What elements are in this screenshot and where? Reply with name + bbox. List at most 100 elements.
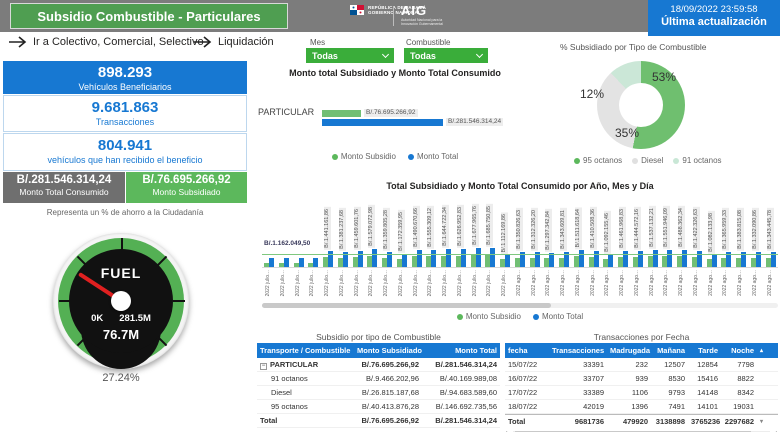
daily-x-axis-label: 2022 julio…	[398, 270, 405, 296]
daily-bar-pair[interactable]: 2022 julio…	[306, 194, 321, 300]
col-transacciones[interactable]: Transacciones	[549, 346, 607, 355]
scroll-up-icon[interactable]: ▴	[757, 347, 765, 354]
fuel-table-header[interactable]: Transporte / Combustible Monto Subsidiad…	[257, 343, 500, 358]
daily-bar-pair[interactable]: B/.1.092.155,462022 ago…	[601, 194, 616, 300]
daily-bar-pair[interactable]: B/.1.350.826,632022 ago…	[513, 194, 528, 300]
fuel-table-row[interactable]: Diesel B/.26.815.187,68B/.94.683.589,60	[257, 386, 500, 400]
daily-bar-pair[interactable]: B/.1.343.609,812022 ago…	[557, 194, 572, 300]
kpi-monto-subsidiado-value: B/.76.695.266,92	[126, 172, 247, 186]
blue-dot-icon	[533, 314, 539, 320]
scroll-down-icon[interactable]: ▾	[757, 418, 765, 425]
daily-x-axis-label: 2022 julio…	[309, 270, 316, 296]
daily-bar-pair[interactable]: B/.1.441.161,862022 julio…	[321, 194, 336, 300]
daily-bar-pair[interactable]: B/.1.082.133,982022 ago…	[705, 194, 720, 300]
daily-bar-pair[interactable]: B/.1.312.326,202022 ago…	[528, 194, 543, 300]
fuel-table-rows: −PARTICULAR B/.76.695.266,92B/.281.546.3…	[257, 358, 500, 428]
daily-bar-value-label: B/.1.359.805,28	[383, 208, 390, 251]
daily-bar-pair[interactable]: B/.1.537.132,212022 ago…	[646, 194, 661, 300]
daily-bar-pair[interactable]: B/.1.444.572,162022 ago…	[631, 194, 646, 300]
daily-bar-value-label: B/.1.332.090,86	[752, 208, 759, 251]
subsidio-bar[interactable]	[322, 110, 361, 117]
daily-bar-pair[interactable]: B/.1.172.359,952022 julio…	[395, 194, 410, 300]
col-tarde[interactable]: Tarde	[688, 346, 721, 355]
scroll-right-icon[interactable]: ›	[775, 428, 778, 432]
daily-bar-pair[interactable]: B/.1.626.952,832022 julio…	[454, 194, 469, 300]
transactions-table-row[interactable]: 18/07/2242019139674911410119031	[505, 400, 778, 414]
col-fecha[interactable]: fecha	[505, 346, 549, 355]
collapse-icon[interactable]: −	[260, 363, 267, 370]
gray-dot-icon	[632, 158, 638, 164]
daily-bar-pair[interactable]: B/.1.685.750,852022 julio…	[483, 194, 498, 300]
daily-bar-pair[interactable]: B/.1.343.445,782022 ago…	[764, 194, 779, 300]
col-manana[interactable]: Mañana	[651, 346, 688, 355]
transactions-table-row[interactable]: 15/07/223339123212507128547798	[505, 358, 778, 372]
daily-x-axis-label: 2022 julio…	[383, 270, 390, 296]
transactions-table-row[interactable]: 17/07/223338911069793141488342	[505, 386, 778, 400]
total-bar[interactable]	[322, 119, 443, 126]
kpi-card-vehiculos: 898.293 Vehículos Beneficiarios	[3, 61, 247, 94]
green-dot-icon	[574, 158, 580, 164]
kpi-monto-subsidiado-label: Monto Subsidiado	[126, 187, 247, 197]
daily-chart-scrollbar[interactable]	[262, 303, 778, 308]
daily-bar-value-label: B/.1.579.072,98	[368, 205, 375, 248]
daily-bar-pair[interactable]: B/.1.551.946,092022 ago…	[660, 194, 675, 300]
aig-logo-text: AIG	[401, 3, 459, 18]
daily-x-axis-label: 2022 ago…	[560, 270, 567, 296]
col-transporte[interactable]: Transporte / Combustible	[257, 346, 354, 355]
daily-bar-pair[interactable]: B/.1.381.237,682022 julio…	[336, 194, 351, 300]
daily-bar-pair[interactable]: B/.1.488.362,342022 ago…	[675, 194, 690, 300]
daily-bar-value-label: B/.1.488.362,34	[678, 206, 685, 249]
fuel-table-row[interactable]: −PARTICULAR B/.76.695.266,92B/.281.546.3…	[257, 358, 500, 372]
daily-x-axis-label: 2022 ago…	[634, 270, 641, 296]
combustible-dropdown[interactable]: Todas	[404, 48, 488, 63]
daily-bar-pair[interactable]: 2022 julio…	[262, 194, 277, 300]
daily-bar-pair[interactable]: B/.1.383.815,082022 ago…	[734, 194, 749, 300]
daily-bar-pair[interactable]: B/.1.297.342,842022 ago…	[542, 194, 557, 300]
nav-link-liquidacion-label: Liquidación	[218, 36, 274, 48]
nav-link-colectivo[interactable]: Ir a Colectivo, Comercial, Selectivo	[8, 36, 204, 48]
kpi-monto-total-value: B/.281.546.314,24	[3, 172, 125, 186]
daily-bar-pair[interactable]: B/.1.677.965,762022 julio…	[469, 194, 484, 300]
col-monto-total[interactable]: Monto Total	[422, 346, 500, 355]
daily-bar-pair[interactable]: B/.1.359.805,28 2022 julio…	[380, 194, 395, 300]
daily-x-axis-label: 2022 ago…	[516, 270, 523, 296]
scrollbar-thumb[interactable]	[262, 303, 551, 308]
daily-bar-pair[interactable]: B/.1.461.968,832022 ago…	[616, 194, 631, 300]
kpi-transacciones-label: Transacciones	[4, 117, 246, 127]
fuel-table-row[interactable]: 91 octanos B/.9.466.202,96B/.40.169.989,…	[257, 372, 500, 386]
average-line	[262, 254, 778, 255]
daily-bar-pair[interactable]: B/.1.511.618,642022 ago…	[572, 194, 587, 300]
mes-dropdown[interactable]: Todas	[306, 48, 394, 63]
daily-bar-pair[interactable]: B/.1.459.601,762022 julio…	[351, 194, 366, 300]
daily-bar-value-label: B/.1.297.342,84	[545, 209, 552, 252]
daily-bar-pair[interactable]: B/.1.579.072,982022 julio…	[365, 194, 380, 300]
daily-bar-pair[interactable]: B/.1.365.959,332022 ago…	[719, 194, 734, 300]
daily-x-axis-label: 2022 ago…	[752, 270, 759, 296]
fuel-gauge: FUEL 0K 281.5M 76.7M	[53, 233, 189, 369]
daily-bar-value-label: B/.1.685.750,85	[486, 204, 493, 247]
nav-link-liquidacion[interactable]: Liquidación	[193, 36, 274, 48]
daily-bars-area: 2022 julio…2022 julio…2022 julio…2022 ju…	[262, 194, 778, 300]
daily-bar-pair[interactable]: B/.1.332.090,86 2022 ago…	[749, 194, 764, 300]
daily-bar-pair[interactable]: 2022 julio…	[292, 194, 307, 300]
fuel-table-row[interactable]: Total B/.76.695.266,92B/.281.546.314,24	[257, 414, 500, 428]
daily-bar-pair[interactable]: B/.1.490.670,662022 julio…	[410, 194, 425, 300]
daily-x-axis-label: 2022 julio…	[472, 270, 479, 296]
col-monto-subsidiado[interactable]: Monto Subsidiado▲	[354, 346, 422, 355]
daily-bar-pair[interactable]: 2022 julio…	[277, 194, 292, 300]
transactions-total-row[interactable]: Total9681736479920313889837652362297682▾	[505, 414, 778, 428]
chevron-down-icon	[382, 50, 389, 57]
daily-bar-pair[interactable]: B/.1.644.722,342022 julio…	[439, 194, 454, 300]
kpi-card-monto-subsidiado: B/.76.695.266,92 Monto Subsidiado	[126, 172, 247, 203]
daily-bar-pair[interactable]: B/.1.112.169,862022 julio…	[498, 194, 513, 300]
daily-bar-pair[interactable]: B/.1.410.508,362022 ago…	[587, 194, 602, 300]
daily-bar-pair[interactable]: B/.1.422.326,632022 ago…	[690, 194, 705, 300]
col-madrugada[interactable]: Madrugada	[607, 346, 651, 355]
scroll-left-icon[interactable]: ‹	[505, 428, 508, 432]
col-noche[interactable]: Noche	[721, 346, 757, 355]
subsidio-bar-label: B/.76.695.266,92	[364, 109, 418, 117]
fuel-table-row[interactable]: 95 octanos B/.40.413.876,28B/.146.692.73…	[257, 400, 500, 414]
daily-bar-pair[interactable]: B/.1.555.309,122022 julio…	[424, 194, 439, 300]
transactions-table-header[interactable]: fecha Transacciones Madrugada Mañana Tar…	[505, 343, 778, 358]
transactions-table-row[interactable]: 16/07/22337079398530154168822	[505, 372, 778, 386]
